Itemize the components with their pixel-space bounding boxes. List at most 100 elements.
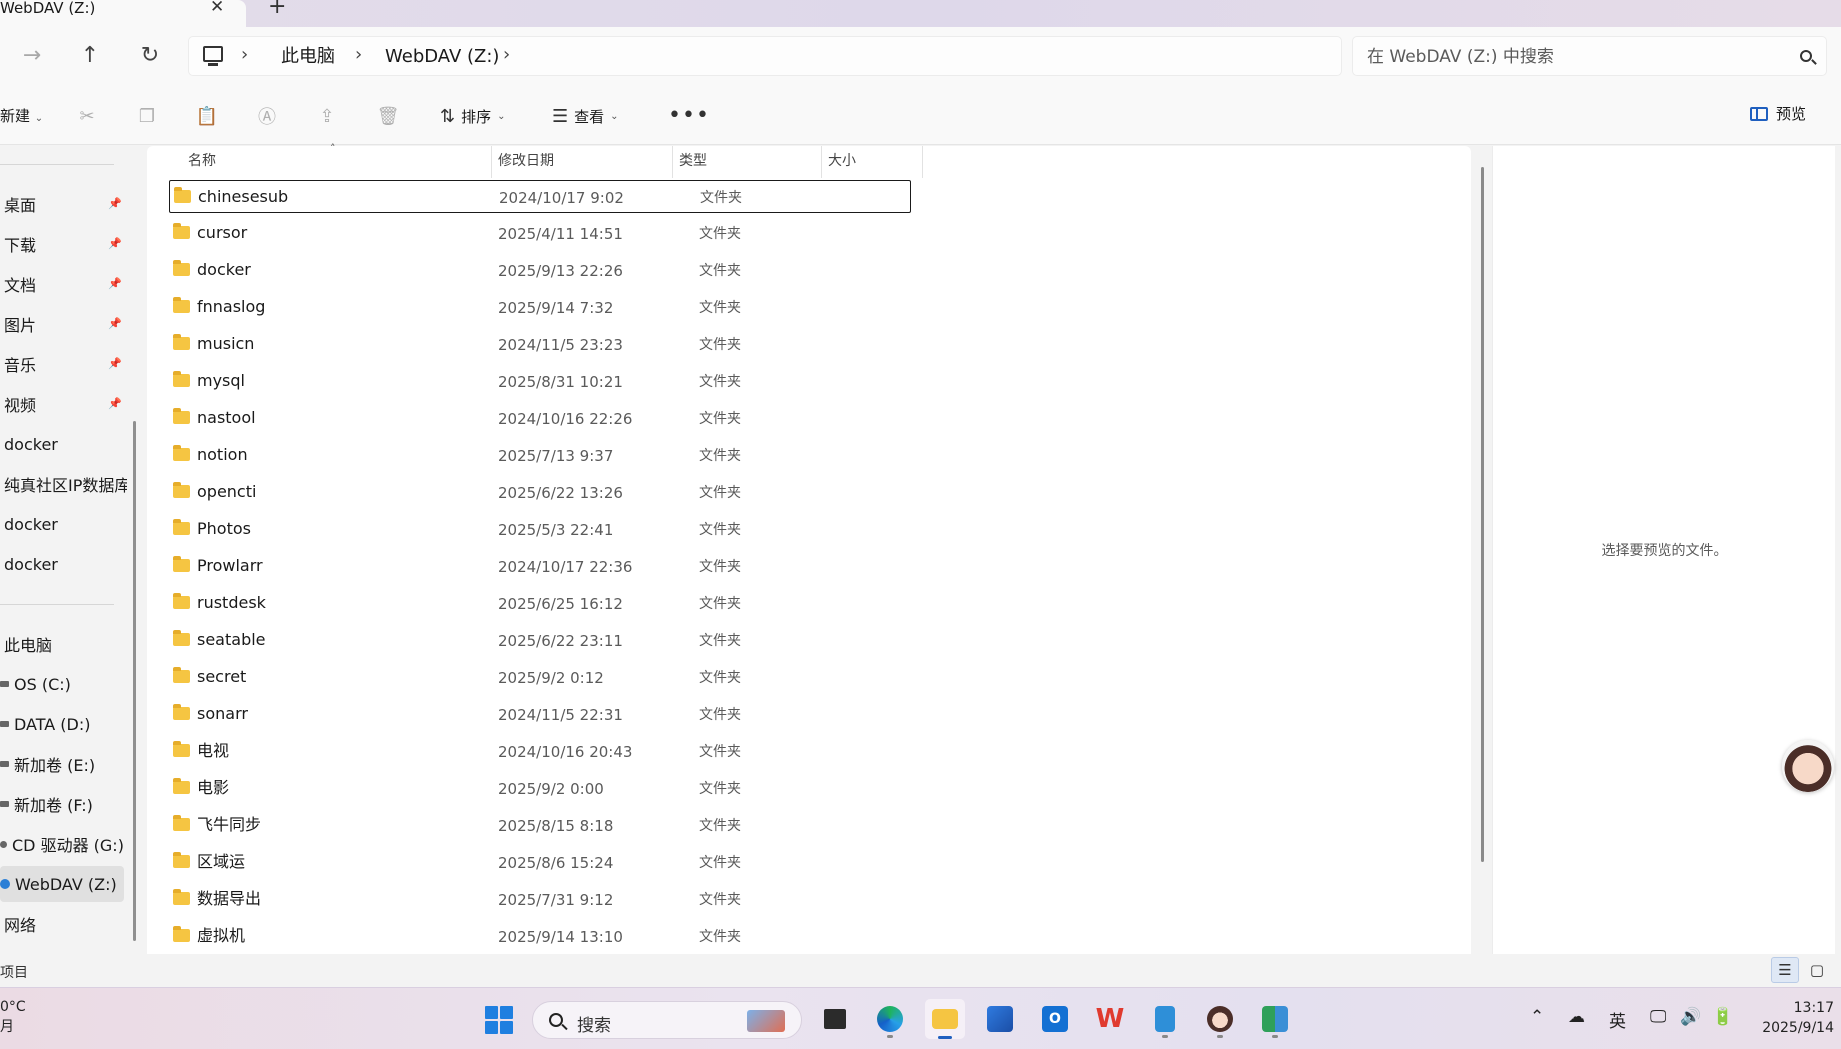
onedrive-icon[interactable]: ☁ [1568, 1007, 1585, 1027]
details-view-icon[interactable]: ☰ [1771, 957, 1799, 983]
table-row[interactable]: chinesesub 2024/10/17 9:02 文件夹 [169, 180, 911, 213]
edge-icon[interactable] [870, 999, 910, 1039]
rename-icon[interactable]: Ⓐ [255, 105, 279, 128]
sidebar-item-drive-f[interactable]: 新加卷 (F:) [0, 786, 127, 822]
start-button[interactable] [485, 1006, 513, 1034]
sidebar-item-drive-g[interactable]: CD 驱动器 (G:) [0, 826, 127, 862]
spreadsheet-app-icon[interactable] [1255, 999, 1295, 1039]
pin-icon[interactable]: 📌 [108, 397, 122, 410]
sidebar-item-drive-e[interactable]: 新加卷 (E:) [0, 746, 127, 782]
tiles-view-icon[interactable]: ▢ [1803, 957, 1831, 983]
table-row[interactable]: docker 2025/9/13 22:26 文件夹 [169, 254, 911, 287]
taskbar-search[interactable]: 搜索 [532, 1001, 802, 1039]
file-name[interactable]: notion [197, 445, 248, 465]
share-icon[interactable]: ⇪ [315, 105, 339, 127]
clock[interactable]: 13:17 2025/9/14 [1754, 998, 1834, 1038]
table-row[interactable]: seatable 2025/6/22 23:11 文件夹 [169, 624, 911, 657]
volume-icon[interactable]: 🔊 [1680, 1007, 1701, 1027]
sidebar-item-ip-database[interactable]: 纯真社区IP数据库 [0, 466, 127, 502]
file-name[interactable]: 电视 [197, 741, 229, 761]
avatar-app-icon[interactable] [1200, 999, 1240, 1039]
sidebar-item-desktop[interactable]: 桌面 📌 [0, 186, 127, 222]
sidebar-scrollbar[interactable] [133, 421, 136, 941]
notepad-icon[interactable] [1145, 999, 1185, 1039]
more-options-icon[interactable]: ••• [668, 103, 710, 128]
breadcrumb-webdav[interactable]: WebDAV (Z:) [385, 46, 499, 68]
preview-pane-button[interactable]: 预览 [1750, 103, 1806, 124]
up-arrow-icon[interactable]: ↑ [72, 37, 108, 73]
file-name[interactable]: opencti [197, 482, 256, 502]
wps-icon[interactable]: W [1090, 999, 1130, 1039]
table-row[interactable]: 电视 2024/10/16 20:43 文件夹 [169, 735, 911, 768]
new-tab-button[interactable]: + [268, 0, 286, 18]
pin-icon[interactable]: 📌 [108, 317, 122, 330]
new-button[interactable]: 新建 ⌄ [0, 105, 43, 126]
view-button[interactable]: ☰ 查看 ⌄ [552, 103, 619, 129]
file-name[interactable]: fnnaslog [197, 297, 265, 317]
assistant-avatar[interactable] [1782, 740, 1834, 792]
file-name[interactable]: 电影 [197, 778, 229, 798]
sidebar-item-pictures[interactable]: 图片 📌 [0, 306, 127, 342]
table-row[interactable]: secret 2025/9/2 0:12 文件夹 [169, 661, 911, 694]
address-bar[interactable]: › 此电脑 › WebDAV (Z:) › [188, 36, 1342, 76]
file-name[interactable]: musicn [197, 334, 254, 354]
file-name[interactable]: 区域运 [197, 852, 245, 872]
table-row[interactable]: cursor 2025/4/11 14:51 文件夹 [169, 217, 911, 250]
column-divider[interactable] [922, 146, 923, 178]
pin-icon[interactable]: 📌 [108, 197, 122, 210]
pin-icon[interactable]: 📌 [108, 277, 122, 290]
sidebar-item-docker[interactable]: docker [0, 546, 127, 582]
table-row[interactable]: 飞牛同步 2025/8/15 8:18 文件夹 [169, 809, 911, 842]
pin-icon[interactable]: 📌 [108, 237, 122, 250]
file-name[interactable]: Photos [197, 519, 251, 539]
sidebar-item-network[interactable]: 网络 [0, 906, 127, 942]
close-tab-icon[interactable]: ✕ [210, 0, 224, 16]
sidebar-item-this-pc[interactable]: 此电脑 [0, 626, 127, 662]
file-name[interactable]: docker [197, 260, 251, 280]
forward-arrow-icon[interactable]: → [14, 37, 50, 73]
file-list-scrollbar[interactable] [1481, 167, 1484, 862]
sidebar-item-docker[interactable]: docker [0, 506, 127, 542]
sidebar-item-webdav[interactable]: WebDAV (Z:) [0, 866, 124, 902]
table-row[interactable]: mysql 2025/8/31 10:21 文件夹 [169, 365, 911, 398]
table-row[interactable]: 数据导出 2025/7/31 9:12 文件夹 [169, 883, 911, 916]
pin-icon[interactable]: 📌 [108, 357, 122, 370]
search-input[interactable] [1367, 45, 1787, 69]
task-view-icon[interactable] [815, 999, 855, 1039]
sidebar-item-music[interactable]: 音乐 📌 [0, 346, 127, 382]
sidebar-item-drive-d[interactable]: DATA (D:) [0, 706, 127, 742]
file-name[interactable]: chinesesub [198, 187, 288, 207]
file-name[interactable]: mysql [197, 371, 245, 391]
column-header-type[interactable]: 类型 [673, 146, 821, 178]
column-header-size[interactable]: 大小 [822, 146, 922, 178]
tab-webdav[interactable]: WebDAV (Z:) ✕ [0, 0, 246, 27]
outlook-icon[interactable]: O [1035, 999, 1075, 1039]
table-row[interactable]: 虚拟机 2025/9/14 13:10 文件夹 [169, 920, 911, 953]
file-name[interactable]: Prowlarr [197, 556, 263, 576]
ime-indicator[interactable]: 英 [1609, 1007, 1626, 1032]
column-header-modified[interactable]: 修改日期 [492, 146, 672, 178]
sidebar-item-downloads[interactable]: 下载 📌 [0, 226, 127, 262]
sidebar-item-documents[interactable]: 文档 📌 [0, 266, 127, 302]
chevron-right-icon[interactable]: › [241, 44, 248, 65]
file-name[interactable]: sonarr [197, 704, 248, 724]
search-icon[interactable] [1800, 50, 1812, 62]
file-name[interactable]: rustdesk [197, 593, 266, 613]
sidebar-item-drive-c[interactable]: OS (C:) [0, 666, 127, 702]
table-row[interactable]: sonarr 2024/11/5 22:31 文件夹 [169, 698, 911, 731]
table-row[interactable]: nastool 2024/10/16 22:26 文件夹 [169, 402, 911, 435]
table-row[interactable]: Photos 2025/5/3 22:41 文件夹 [169, 513, 911, 546]
copy-icon[interactable]: ❐ [135, 105, 159, 127]
sidebar-item-videos[interactable]: 视频 📌 [0, 386, 127, 422]
table-row[interactable]: rustdesk 2025/6/25 16:12 文件夹 [169, 587, 911, 620]
column-header-name[interactable]: 名称 [182, 146, 434, 178]
table-row[interactable]: opencti 2025/6/22 13:26 文件夹 [169, 476, 911, 509]
file-name[interactable]: nastool [197, 408, 256, 428]
file-name[interactable]: 飞牛同步 [197, 815, 261, 835]
chevron-right-icon[interactable]: › [355, 44, 362, 65]
store-icon[interactable] [980, 999, 1020, 1039]
battery-icon[interactable]: 🔋 [1712, 1007, 1733, 1027]
network-icon[interactable]: 🖵 [1650, 1007, 1666, 1027]
file-explorer-icon[interactable] [925, 999, 965, 1039]
table-row[interactable]: musicn 2024/11/5 23:23 文件夹 [169, 328, 911, 361]
